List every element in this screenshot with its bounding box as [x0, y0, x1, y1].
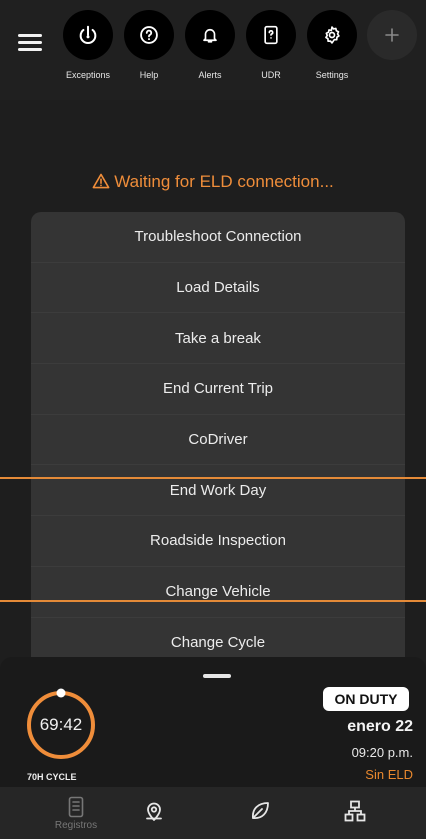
- toolbar-udr[interactable]: UDR: [245, 10, 297, 80]
- toolbar-add[interactable]: [366, 10, 418, 60]
- help-icon[interactable]: [124, 10, 174, 60]
- eld-status: Sin ELD: [365, 767, 413, 782]
- toolbar-alerts[interactable]: Alerts: [184, 10, 236, 80]
- leaf-icon: [252, 802, 269, 819]
- bottom-nav: Registros: [0, 787, 426, 839]
- logbook-icon: [68, 796, 84, 818]
- gear-icon[interactable]: [307, 10, 357, 60]
- menu-item-take-a-break[interactable]: Take a break: [31, 313, 405, 365]
- duty-time: 09:20 p.m.: [351, 745, 413, 760]
- menu-item-change-cycle[interactable]: Change Cycle: [31, 618, 405, 661]
- cycle-label: 70H CYCLE: [27, 772, 77, 782]
- highlight-line-top: [0, 477, 426, 479]
- toolbar-help[interactable]: Help: [123, 10, 175, 80]
- map-pin-icon: [146, 802, 162, 821]
- eld-connection-warning: Waiting for ELD connection...: [0, 172, 426, 192]
- toolbar-label: Settings: [315, 70, 349, 80]
- hierarchy-icon: [344, 800, 366, 822]
- plus-icon[interactable]: [367, 10, 417, 60]
- menu-item-troubleshoot-connection[interactable]: Troubleshoot Connection: [31, 212, 405, 263]
- menu-item-end-work-day[interactable]: End Work Day: [31, 465, 405, 517]
- top-toolbar: Exceptions Help Alerts UDR Settings: [0, 0, 426, 100]
- drag-handle[interactable]: [203, 674, 231, 678]
- warning-icon: [92, 173, 110, 189]
- nav-eco[interactable]: [225, 787, 295, 839]
- action-menu: Troubleshoot Connection Load Details Tak…: [31, 212, 405, 660]
- warning-text: Waiting for ELD connection...: [114, 172, 334, 191]
- nav-map[interactable]: [119, 787, 189, 839]
- highlight-line-bottom: [0, 600, 426, 602]
- nav-registros[interactable]: Registros: [41, 787, 111, 839]
- toolbar-settings[interactable]: Settings: [306, 10, 358, 80]
- duty-status-badge[interactable]: ON DUTY: [323, 687, 409, 711]
- bell-icon[interactable]: [185, 10, 235, 60]
- cycle-time: 69:42: [39, 715, 83, 734]
- menu-item-codriver[interactable]: CoDriver: [31, 415, 405, 466]
- menu-item-change-vehicle[interactable]: Change Vehicle: [31, 567, 405, 618]
- toolbar-exceptions[interactable]: Exceptions: [62, 10, 114, 80]
- menu-item-end-current-trip[interactable]: End Current Trip: [31, 364, 405, 415]
- nav-hierarchy[interactable]: [320, 787, 390, 839]
- nav-label: Registros: [54, 820, 98, 831]
- document-icon[interactable]: [246, 10, 296, 60]
- menu-item-load-details[interactable]: Load Details: [31, 263, 405, 314]
- power-alert-icon[interactable]: [63, 10, 113, 60]
- hamburger-menu-icon[interactable]: [18, 34, 42, 52]
- menu-item-roadside-inspection[interactable]: Roadside Inspection: [31, 516, 405, 567]
- duty-date: enero 22: [347, 718, 413, 735]
